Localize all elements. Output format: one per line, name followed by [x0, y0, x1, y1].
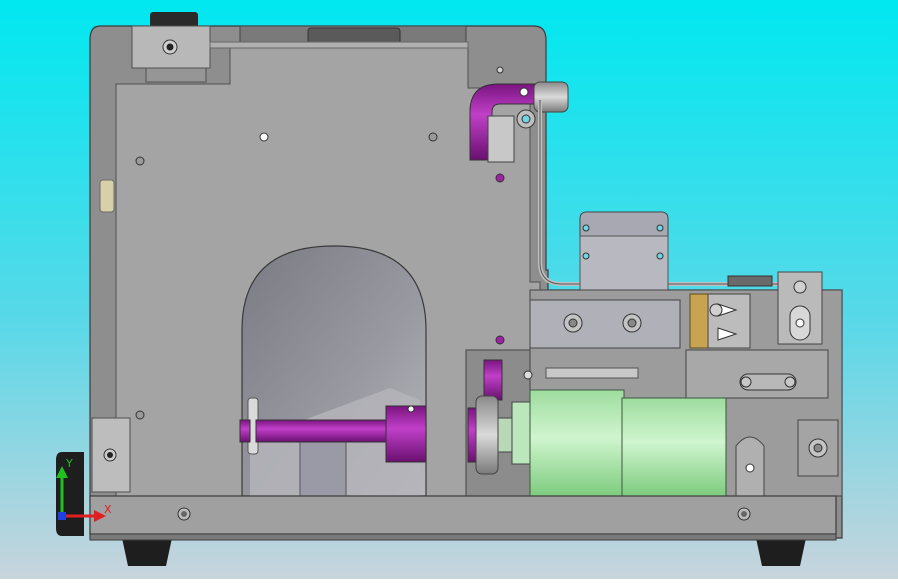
coordinate-triad: Y X — [52, 458, 112, 528]
rivet — [495, 173, 505, 183]
slot-pin — [795, 318, 805, 328]
plate-hole — [582, 252, 590, 260]
panel-hole — [135, 156, 145, 166]
lid-rail — [209, 41, 469, 49]
bolt-hole — [568, 318, 578, 328]
gearbox-body — [621, 397, 727, 497]
set-screw — [407, 405, 415, 413]
panel-hole — [428, 132, 438, 142]
rivet — [495, 335, 505, 345]
bolt-hole — [521, 114, 531, 124]
bolt-hole — [627, 318, 637, 328]
purple-clamp — [483, 359, 503, 401]
bolt-icon — [740, 376, 752, 388]
plate-hole — [656, 252, 664, 260]
base-plate — [89, 495, 837, 535]
bolt-hole — [181, 511, 187, 517]
bolt-icon — [784, 376, 796, 388]
assembly-drawing — [0, 0, 898, 579]
x-axis-label: X — [104, 503, 112, 516]
panel-hole — [135, 410, 145, 420]
bolt-icon — [793, 280, 807, 294]
tube-connector — [727, 275, 773, 287]
motor-body — [529, 389, 625, 497]
bolt-icon — [709, 303, 723, 317]
base-edge — [89, 533, 837, 541]
triad-arrows — [56, 466, 106, 522]
front-foot — [122, 538, 172, 566]
panel-hole — [259, 132, 269, 142]
spindle-tip — [239, 419, 251, 443]
guide-rod — [545, 367, 639, 379]
spindle-hub — [385, 405, 427, 463]
fitting-collar — [487, 115, 515, 163]
z-axis-marker — [58, 512, 66, 520]
mount-plate-face — [579, 235, 669, 291]
motor-endcap — [511, 401, 533, 465]
rivet — [523, 370, 533, 380]
rear-foot — [756, 538, 806, 566]
slide-rail — [529, 299, 681, 349]
side-knob — [99, 179, 115, 213]
latch-pin — [745, 463, 755, 473]
cad-viewport[interactable]: Y X — [0, 0, 898, 579]
bolt-hole — [166, 43, 174, 51]
coupling-disc — [475, 395, 499, 475]
bracket-block — [145, 67, 207, 83]
plate-hole — [582, 224, 590, 232]
valve-block — [707, 293, 751, 349]
rivet — [496, 66, 504, 74]
plate-hole — [656, 224, 664, 232]
y-axis-label: Y — [66, 457, 73, 470]
brass-block — [689, 293, 709, 349]
inner-block — [299, 439, 347, 497]
bolt-hole — [741, 511, 747, 517]
fitting-hole — [519, 87, 529, 97]
spindle-shaft — [255, 419, 387, 443]
bolt-hole — [813, 443, 823, 453]
